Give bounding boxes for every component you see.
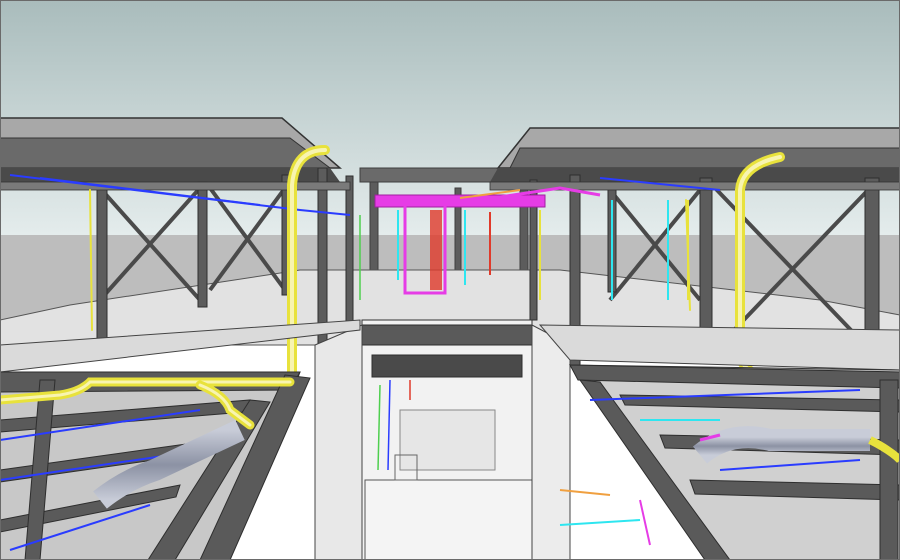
left-foreground-deck xyxy=(0,319,361,560)
left-concrete-wall xyxy=(314,324,363,560)
center-shaft xyxy=(361,319,536,560)
bim-3d-scene xyxy=(0,0,900,560)
right-foreground-deck xyxy=(538,324,900,560)
model-viewport[interactable] xyxy=(0,0,900,560)
lower-mep-lines xyxy=(559,489,651,546)
